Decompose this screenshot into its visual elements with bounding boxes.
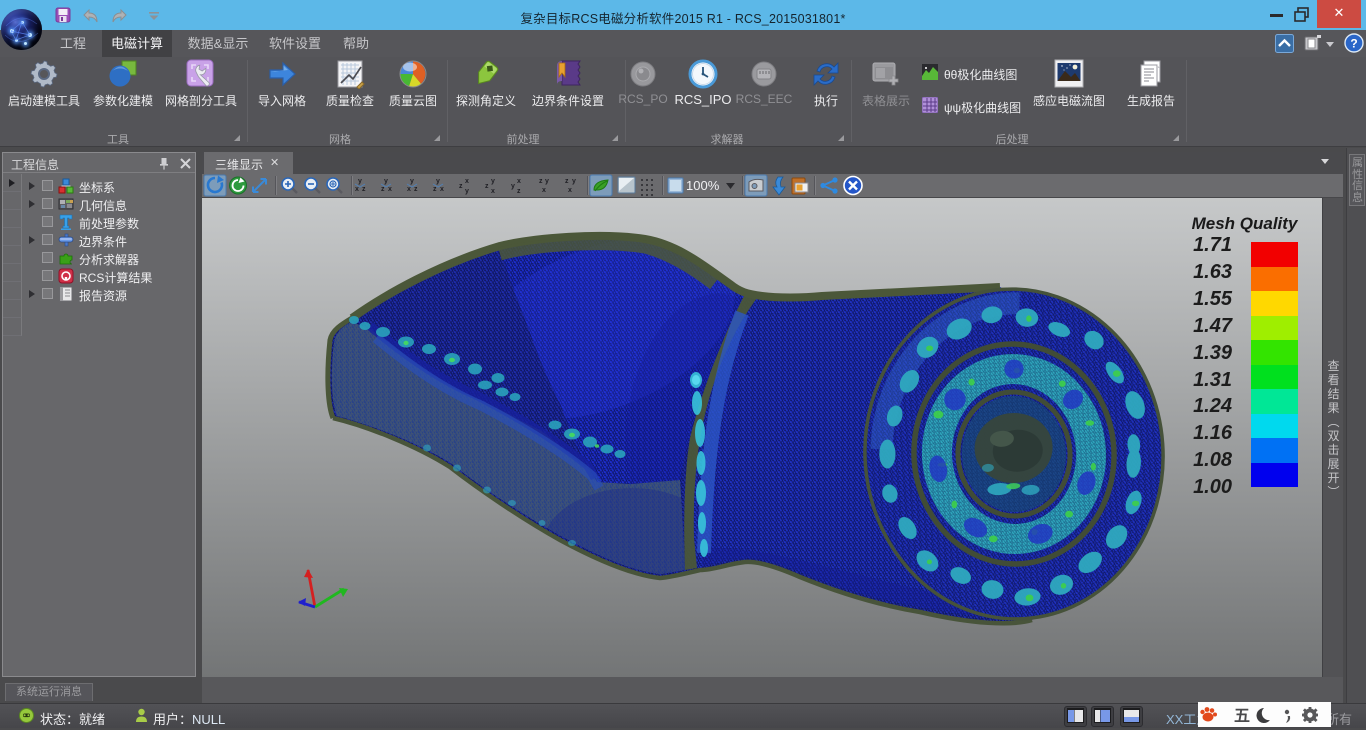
svg-text:y: y [384, 178, 388, 185]
svg-text:y: y [436, 178, 440, 185]
svg-text:z: z [517, 188, 521, 195]
svg-text:y: y [572, 178, 576, 185]
svg-text:z: z [414, 186, 418, 193]
svg-text:y: y [410, 178, 414, 185]
svg-text:z: z [565, 178, 569, 185]
svg-text:x: x [542, 187, 546, 194]
svg-text:五: 五 [1234, 708, 1250, 725]
svg-text:y: y [511, 183, 515, 190]
svg-text:y: y [545, 178, 549, 185]
svg-text:x: x [568, 187, 572, 194]
svg-text:x: x [517, 178, 521, 185]
svg-text:z: z [362, 186, 366, 193]
svg-text:100%: 100% [686, 178, 720, 193]
svg-text:x: x [407, 186, 411, 193]
svg-text:x: x [440, 186, 444, 193]
svg-text:x: x [388, 186, 392, 193]
svg-text:z: z [485, 183, 489, 190]
svg-text:z: z [539, 178, 543, 185]
svg-text:z: z [459, 183, 463, 190]
svg-text:y: y [465, 188, 469, 195]
svg-text:z: z [381, 186, 385, 193]
svg-text:x: x [355, 186, 359, 193]
svg-text:x: x [465, 178, 469, 185]
svg-text:y: y [358, 178, 362, 185]
svg-text:x: x [491, 188, 495, 195]
svg-text:z: z [433, 186, 437, 193]
svg-text:?: ? [1350, 37, 1357, 51]
svg-text:y: y [491, 178, 495, 185]
